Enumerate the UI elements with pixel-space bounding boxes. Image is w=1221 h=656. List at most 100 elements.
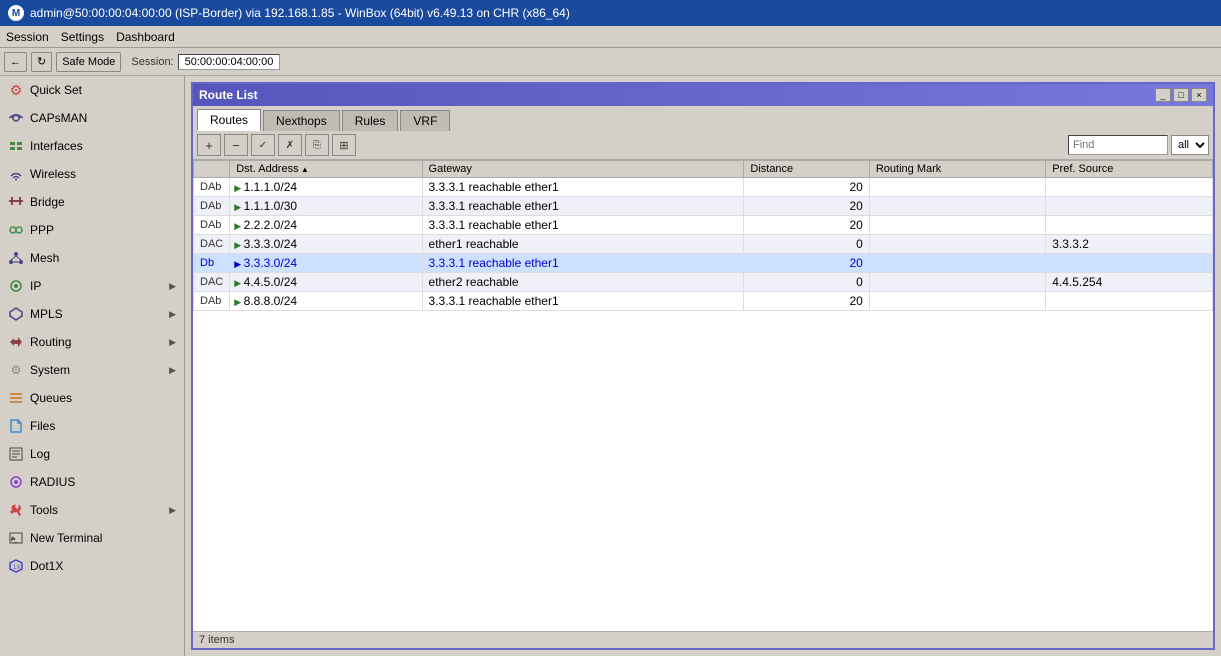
routing-icon	[8, 334, 24, 350]
menu-bar: Session Settings Dashboard	[0, 26, 1221, 48]
tab-routes[interactable]: Routes	[197, 109, 261, 131]
sidebar-item-label: Bridge	[30, 195, 176, 209]
menu-session[interactable]: Session	[6, 30, 49, 44]
tab-nexthops[interactable]: Nexthops	[263, 110, 340, 131]
table-row[interactable]: DAb▶ 1.1.1.0/243.3.3.1 reachable ether12…	[194, 178, 1213, 197]
table-row[interactable]: DAC▶ 4.4.5.0/24ether2 reachable04.4.5.25…	[194, 273, 1213, 292]
app-logo: M	[8, 5, 24, 21]
check-button[interactable]: ✓	[251, 134, 275, 156]
sidebar-item-label: Routing	[30, 335, 163, 349]
wireless-icon	[8, 166, 24, 182]
route-arrow-icon: ▶	[234, 259, 243, 269]
sidebar-item-tools[interactable]: Tools ▶	[0, 496, 184, 524]
filter-button[interactable]: ⊞	[332, 134, 356, 156]
system-icon: ⚙	[8, 362, 24, 378]
sidebar-item-interfaces[interactable]: Interfaces	[0, 132, 184, 160]
row-dst: ▶ 1.1.1.0/24	[230, 178, 422, 197]
sidebar-item-wireless[interactable]: Wireless	[0, 160, 184, 188]
table-row[interactable]: DAb▶ 2.2.2.0/243.3.3.1 reachable ether12…	[194, 216, 1213, 235]
row-pref-source	[1046, 254, 1213, 273]
sidebar-item-files[interactable]: Files	[0, 412, 184, 440]
add-route-button[interactable]: +	[197, 134, 221, 156]
sidebar-item-label: Dot1X	[30, 559, 176, 573]
row-flag: DAC	[194, 235, 230, 254]
col-routing-mark[interactable]: Routing Mark	[869, 161, 1045, 178]
sidebar-item-label: Files	[30, 419, 176, 433]
sidebar-item-bridge[interactable]: Bridge	[0, 188, 184, 216]
table-row[interactable]: Db▶ 3.3.3.0/243.3.3.1 reachable ether120	[194, 254, 1213, 273]
col-flag[interactable]	[194, 161, 230, 178]
row-pref-source	[1046, 197, 1213, 216]
sidebar-item-dot1x[interactable]: 1X Dot1X	[0, 552, 184, 580]
svg-text:1X: 1X	[13, 565, 20, 571]
row-pref-source	[1046, 292, 1213, 311]
item-count: 7 items	[199, 634, 234, 646]
safe-mode-button[interactable]: Safe Mode	[56, 52, 121, 72]
table-row[interactable]: DAb▶ 8.8.8.0/243.3.3.1 reachable ether12…	[194, 292, 1213, 311]
row-flag: DAb	[194, 197, 230, 216]
sidebar-item-log[interactable]: Log	[0, 440, 184, 468]
system-arrow: ▶	[169, 365, 176, 376]
row-routing-mark	[869, 254, 1045, 273]
content-area: Route List _ □ × Routes Nexthops Rules V…	[185, 76, 1221, 656]
col-pref-source[interactable]: Pref. Source	[1046, 161, 1213, 178]
menu-settings[interactable]: Settings	[61, 30, 104, 44]
row-gateway: ether2 reachable	[422, 273, 744, 292]
col-dst[interactable]: Dst. Address	[230, 161, 422, 178]
sidebar-item-system[interactable]: ⚙ System ▶	[0, 356, 184, 384]
sidebar-item-routing[interactable]: Routing ▶	[0, 328, 184, 356]
sidebar-item-quick-set[interactable]: ⚙ Quick Set	[0, 76, 184, 104]
row-flag: DAb	[194, 292, 230, 311]
sidebar-item-label: Wireless	[30, 167, 176, 181]
window-toolbar: + − ✓ ✗ ⎘ ⊞ all	[193, 131, 1213, 160]
find-input[interactable]	[1068, 135, 1168, 155]
table-row[interactable]: DAb▶ 1.1.1.0/303.3.3.1 reachable ether12…	[194, 197, 1213, 216]
tab-rules[interactable]: Rules	[342, 110, 399, 131]
sidebar-item-mpls[interactable]: MPLS ▶	[0, 300, 184, 328]
sidebar-item-label: Log	[30, 447, 176, 461]
refresh-button[interactable]: ↻	[31, 52, 52, 72]
col-gateway[interactable]: Gateway	[422, 161, 744, 178]
mesh-icon	[8, 250, 24, 266]
row-routing-mark	[869, 197, 1045, 216]
row-distance: 20	[744, 292, 869, 311]
sidebar-item-ppp[interactable]: PPP	[0, 216, 184, 244]
session-value: 50:00:00:04:00:00	[178, 54, 281, 70]
close-button[interactable]: ×	[1191, 88, 1207, 102]
sidebar-item-label: Tools	[30, 503, 163, 517]
sidebar-item-new-terminal[interactable]: ▸_ New Terminal	[0, 524, 184, 552]
route-arrow-icon: ▶	[234, 202, 243, 212]
mpls-arrow: ▶	[169, 309, 176, 320]
row-gateway: 3.3.3.1 reachable ether1	[422, 216, 744, 235]
row-gateway: 3.3.3.1 reachable ether1	[422, 197, 744, 216]
row-gateway: 3.3.3.1 reachable ether1	[422, 292, 744, 311]
table-row[interactable]: DAC▶ 3.3.3.0/24ether1 reachable03.3.3.2	[194, 235, 1213, 254]
sidebar-item-label: PPP	[30, 223, 176, 237]
sidebar-item-label: System	[30, 363, 163, 377]
cross-button[interactable]: ✗	[278, 134, 302, 156]
copy-button[interactable]: ⎘	[305, 134, 329, 156]
menu-dashboard[interactable]: Dashboard	[116, 30, 175, 44]
find-select[interactable]: all	[1171, 135, 1209, 155]
sidebar-item-label: RADIUS	[30, 475, 176, 489]
row-distance: 0	[744, 273, 869, 292]
back-button[interactable]: ←	[4, 52, 27, 72]
sidebar-item-ip[interactable]: IP ▶	[0, 272, 184, 300]
col-distance[interactable]: Distance	[744, 161, 869, 178]
sidebar-item-mesh[interactable]: Mesh	[0, 244, 184, 272]
radius-icon	[8, 474, 24, 490]
minimize-button[interactable]: _	[1155, 88, 1171, 102]
sidebar-item-label: Queues	[30, 391, 176, 405]
tab-vrf[interactable]: VRF	[400, 110, 450, 131]
maximize-button[interactable]: □	[1173, 88, 1189, 102]
sidebar-item-capsman[interactable]: CAPsMAN	[0, 104, 184, 132]
sidebar-item-radius[interactable]: RADIUS	[0, 468, 184, 496]
ip-arrow: ▶	[169, 281, 176, 292]
row-distance: 20	[744, 254, 869, 273]
sidebar: ⚙ Quick Set CAPsMAN Interfaces Wireless	[0, 76, 185, 656]
toolbar: ← ↻ Safe Mode Session: 50:00:00:04:00:00	[0, 48, 1221, 76]
ip-icon	[8, 278, 24, 294]
sidebar-item-queues[interactable]: Queues	[0, 384, 184, 412]
quick-set-icon: ⚙	[8, 82, 24, 98]
remove-route-button[interactable]: −	[224, 134, 248, 156]
